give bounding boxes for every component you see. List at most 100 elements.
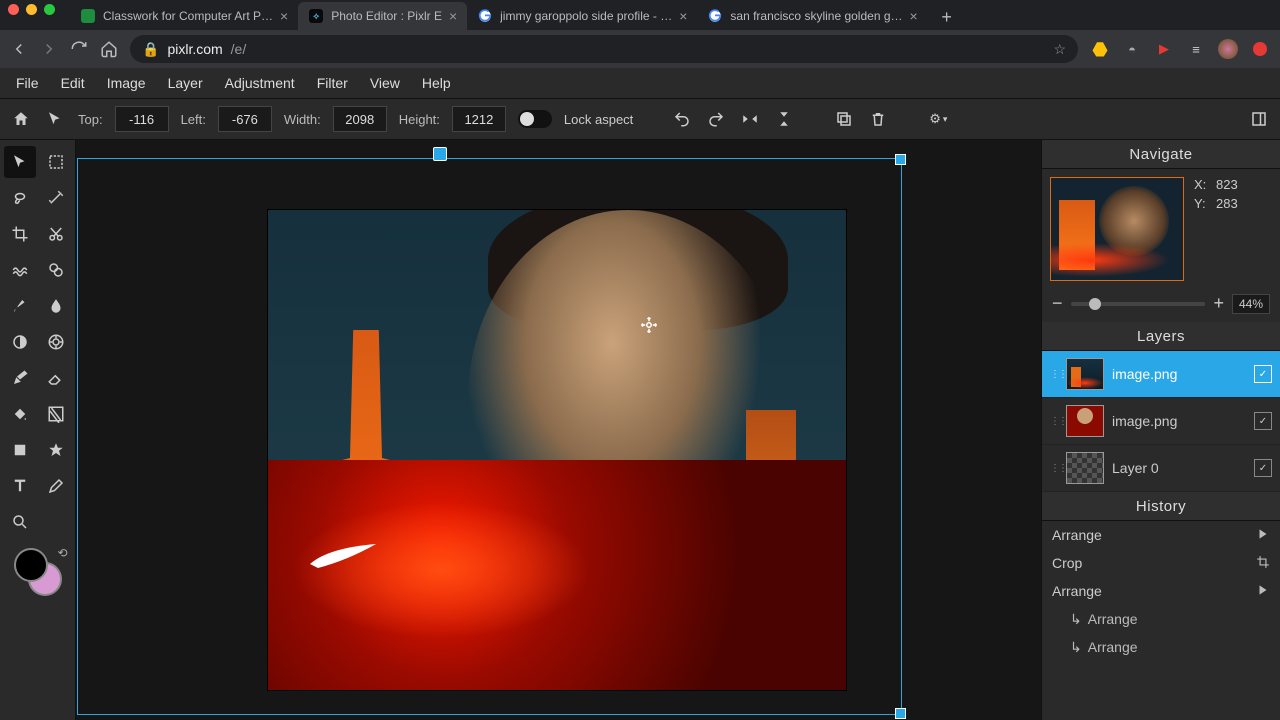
tab-label: Classwork for Computer Art P… — [103, 9, 273, 23]
browser-tab[interactable]: san francisco skyline golden g…× — [697, 2, 927, 30]
layer-row[interactable]: ⋮⋮ image.png ✓ — [1042, 351, 1280, 398]
home-icon[interactable] — [10, 108, 32, 130]
lock-aspect-toggle[interactable] — [518, 110, 552, 128]
menu-image[interactable]: Image — [107, 75, 146, 91]
tab-close-icon[interactable]: × — [910, 8, 918, 24]
drag-handle-icon[interactable]: ⋮⋮ — [1050, 369, 1058, 380]
pointer-tool[interactable] — [4, 146, 36, 178]
undo-button[interactable] — [671, 108, 693, 130]
eraser-tool[interactable] — [40, 362, 72, 394]
text-tool[interactable] — [4, 470, 36, 502]
navigate-thumbnail[interactable] — [1050, 177, 1184, 281]
menu-layer[interactable]: Layer — [168, 75, 203, 91]
crop-tool[interactable] — [4, 218, 36, 250]
height-input[interactable]: 1212 — [452, 106, 506, 132]
history-item[interactable]: ↳Arrange — [1042, 633, 1280, 661]
url-bar[interactable]: 🔒 pixlr.com/e/ ☆ — [130, 35, 1078, 63]
fill-tool[interactable] — [4, 398, 36, 430]
tab-close-icon[interactable]: × — [679, 8, 687, 24]
cut-tool[interactable] — [40, 218, 72, 250]
rotate-handle[interactable] — [433, 147, 447, 161]
liquify-tool[interactable] — [4, 254, 36, 286]
mac-max-dot[interactable] — [44, 4, 55, 15]
gradient-tool[interactable] — [40, 398, 72, 430]
zoom-in-button[interactable]: + — [1213, 293, 1224, 314]
zoom-out-button[interactable]: − — [1052, 293, 1063, 314]
tab-close-icon[interactable]: × — [449, 8, 457, 24]
ext-record-icon[interactable] — [1250, 39, 1270, 59]
panel-collapse-icon[interactable] — [1248, 108, 1270, 130]
shape-tool[interactable] — [4, 434, 36, 466]
new-tab-button[interactable]: + — [934, 4, 960, 30]
zoom-slider[interactable] — [1071, 302, 1206, 306]
history-item[interactable]: Arrange — [1042, 577, 1280, 605]
foreground-color[interactable] — [14, 548, 48, 582]
handle-ne[interactable] — [895, 154, 906, 165]
wand-tool[interactable] — [40, 182, 72, 214]
zoom-value[interactable]: 44% — [1232, 294, 1270, 314]
app-menu-bar: File Edit Image Layer Adjustment Filter View He… — [0, 68, 1280, 99]
flip-v-icon[interactable] — [773, 108, 795, 130]
visibility-toggle[interactable]: ✓ — [1254, 412, 1272, 430]
y-label: Y: — [1194, 196, 1212, 211]
pen-tool[interactable] — [4, 362, 36, 394]
history-item[interactable]: Arrange — [1042, 521, 1280, 549]
menu-edit[interactable]: Edit — [61, 75, 85, 91]
redo-button[interactable] — [705, 108, 727, 130]
dodge-tool[interactable] — [4, 326, 36, 358]
lasso-tool[interactable] — [4, 182, 36, 214]
canvas-workspace[interactable] — [76, 140, 1041, 720]
color-swatches[interactable]: ⟲ — [14, 548, 62, 596]
forward-button[interactable] — [40, 40, 58, 58]
history-item[interactable]: ↳Arrange — [1042, 605, 1280, 633]
star-tool[interactable] — [40, 434, 72, 466]
sponge-tool[interactable] — [40, 326, 72, 358]
blur-tool[interactable] — [40, 290, 72, 322]
mac-window-controls[interactable] — [8, 4, 55, 15]
swap-colors-icon[interactable]: ⟲ — [57, 546, 67, 560]
ext-cloud-icon[interactable]: ◓ — [1122, 39, 1142, 59]
top-input[interactable]: -116 — [115, 106, 169, 132]
duplicate-icon[interactable] — [833, 108, 855, 130]
gear-icon[interactable]: ⚙▾ — [927, 108, 949, 130]
back-button[interactable] — [10, 40, 28, 58]
ext-play-icon[interactable]: ▶ — [1154, 39, 1174, 59]
browser-tab[interactable]: Classwork for Computer Art P… × — [70, 2, 298, 30]
visibility-toggle[interactable]: ✓ — [1254, 365, 1272, 383]
star-icon[interactable]: ☆ — [1053, 41, 1066, 58]
menu-filter[interactable]: Filter — [317, 75, 348, 91]
clone-tool[interactable] — [40, 254, 72, 286]
layer-row[interactable]: ⋮⋮Layer 0✓ — [1042, 445, 1280, 492]
menu-help[interactable]: Help — [422, 75, 451, 91]
brush-tool[interactable] — [4, 290, 36, 322]
canvas[interactable] — [268, 210, 846, 690]
history-item[interactable]: Crop — [1042, 549, 1280, 577]
handle-se[interactable] — [895, 708, 906, 719]
ext-queue-icon[interactable]: ≡ — [1186, 39, 1206, 59]
browser-tab[interactable]: ⟡Photo Editor : Pixlr E× — [298, 2, 467, 30]
layer-name: image.png — [1112, 366, 1177, 382]
left-input[interactable]: -676 — [218, 106, 272, 132]
pen2-tool[interactable] — [40, 470, 72, 502]
menu-file[interactable]: File — [16, 75, 39, 91]
drag-handle-icon[interactable]: ⋮⋮ — [1050, 416, 1058, 427]
ext-avatar-icon[interactable] — [1218, 39, 1238, 59]
marquee-tool[interactable] — [40, 146, 72, 178]
tab-close-icon[interactable]: × — [280, 8, 288, 24]
pointer-tool-icon[interactable] — [44, 108, 66, 130]
reload-button[interactable] — [70, 40, 88, 58]
zoom-tool[interactable] — [4, 506, 36, 538]
menu-view[interactable]: View — [370, 75, 400, 91]
flip-h-icon[interactable] — [739, 108, 761, 130]
ext-drive-icon[interactable] — [1090, 39, 1110, 59]
browser-tab[interactable]: jimmy garoppolo side profile - …× — [467, 2, 697, 30]
mac-min-dot[interactable] — [26, 4, 37, 15]
drag-handle-icon[interactable]: ⋮⋮ — [1050, 463, 1058, 474]
width-input[interactable]: 2098 — [333, 106, 387, 132]
mac-close-dot[interactable] — [8, 4, 19, 15]
menu-adjustment[interactable]: Adjustment — [225, 75, 295, 91]
home-button[interactable] — [100, 40, 118, 58]
delete-icon[interactable] — [867, 108, 889, 130]
layer-row[interactable]: ⋮⋮image.png✓ — [1042, 398, 1280, 445]
visibility-toggle[interactable]: ✓ — [1254, 459, 1272, 477]
